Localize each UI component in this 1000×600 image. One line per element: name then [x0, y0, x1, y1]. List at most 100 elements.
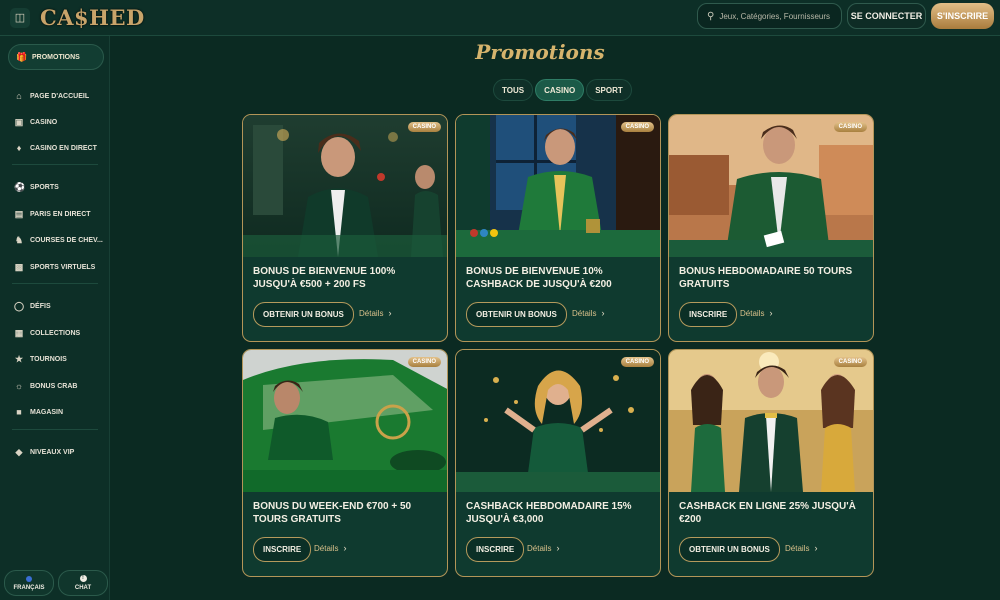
chevron-right-icon: › [556, 543, 560, 553]
details-link[interactable]: Détails › [572, 308, 604, 318]
promo-title: BONUS HEBDOMADAIRE 50 TOURS GRATUITS [679, 266, 853, 290]
details-link[interactable]: Détails › [527, 543, 559, 553]
sidebar-item-bonus-crab[interactable]: ☼ BONUS CRAB [14, 379, 78, 393]
sidebar-item-label: COURSES DE CHEV... [30, 236, 103, 244]
promo-card-weekly-spins[interactable]: CASINO BONUS HEBDOMADAIRE 50 TOURS GRATU… [668, 114, 874, 342]
details-link[interactable]: Détails › [785, 543, 817, 553]
details-label: Détails [785, 543, 810, 553]
get-bonus-button[interactable]: OBTENIR UN BONUS [679, 537, 780, 562]
details-link[interactable]: Détails › [314, 543, 346, 553]
live-casino-icon: ♦ [16, 143, 22, 153]
category-badge: CASINO [620, 357, 654, 367]
promo-image [669, 115, 873, 257]
details-label: Détails [572, 308, 597, 318]
search-input[interactable]: ⚲ Jeux, Catégories, Fournisseurs [697, 3, 842, 29]
challenges-icon: ◯ [14, 300, 25, 311]
details-label: Détails [740, 308, 765, 318]
globe-icon [26, 575, 32, 582]
category-badge: CASINO [833, 357, 867, 367]
sidebar-item-virtual-sports[interactable]: ▩ SPORTS VIRTUELS [14, 260, 96, 274]
language-label: FRANÇAIS [13, 584, 45, 591]
register-button[interactable]: INSCRIRE [679, 302, 738, 327]
sidebar-item-label: PAGE D'ACCUEIL [30, 92, 90, 100]
sidebar-divider [12, 429, 98, 430]
get-bonus-button[interactable]: OBTENIR UN BONUS [253, 302, 354, 327]
category-tabs: TOUS CASINO SPORT [493, 79, 632, 101]
sidebar-divider [12, 164, 98, 165]
promo-card-welcome-cashback[interactable]: CASINO BONUS DE BIENVENUE 10% CASHBACK D… [455, 114, 661, 342]
sidebar-item-horse-racing[interactable]: ♞ COURSES DE CHEV... [14, 233, 103, 247]
promo-image [243, 115, 447, 257]
crab-icon: ☼ [14, 381, 24, 391]
chevron-right-icon: › [388, 308, 392, 318]
sidebar-item-label: MAGASIN [30, 408, 64, 416]
promo-image [669, 350, 873, 492]
promo-image [456, 350, 660, 492]
tab-all[interactable]: TOUS [493, 79, 534, 101]
promo-card-welcome-100[interactable]: CASINO BONUS DE BIENVENUE 100% JUSQU'À €… [242, 114, 448, 342]
details-link[interactable]: Détails › [740, 308, 772, 318]
sidebar-item-label: SPORTS VIRTUELS [30, 263, 96, 271]
tab-sport[interactable]: SPORT [586, 79, 632, 101]
sports-icon: ⚽ [14, 181, 26, 192]
sidebar-item-label: BONUS CRAB [30, 382, 78, 390]
chat-button[interactable]: ! CHAT [58, 570, 108, 596]
sidebar-item-label: NIVEAUX VIP [30, 448, 75, 456]
register-button[interactable]: INSCRIRE [253, 537, 312, 562]
tab-casino[interactable]: CASINO [535, 79, 585, 101]
promo-title: BONUS DE BIENVENUE 100% JUSQU'À €500 + 2… [253, 266, 396, 290]
details-label: Détails [527, 543, 552, 553]
get-bonus-button[interactable]: OBTENIR UN BONUS [466, 302, 567, 327]
details-label: Détails [359, 308, 384, 318]
category-badge: CASINO [833, 122, 867, 132]
sidebar-item-label: DÉFIS [30, 302, 51, 310]
category-badge: CASINO [620, 122, 654, 132]
register-button[interactable]: INSCRIRE [466, 537, 525, 562]
sidebar-item-label: CASINO EN DIRECT [30, 144, 97, 152]
sidebar-item-live-casino[interactable]: ♦ CASINO EN DIRECT [14, 141, 97, 155]
sidebar-item-label: PARIS EN DIRECT [30, 210, 91, 218]
sidebar-divider [12, 283, 98, 284]
details-link[interactable]: Détails › [359, 308, 391, 318]
sidebar-item-label: CASINO [30, 118, 58, 126]
promo-card-online-cashback[interactable]: CASINO CASHBACK EN LIGNE 25% JUSQU'À €20… [668, 349, 874, 577]
login-button[interactable]: SE CONNECTER [847, 3, 926, 29]
sidebar-toggle-icon[interactable]: ◫ [10, 7, 30, 28]
language-button[interactable]: FRANÇAIS [4, 570, 54, 596]
sidebar-item-tournaments[interactable]: ★ TOURNOIS [14, 352, 67, 366]
sidebar-item-collections[interactable]: ▦ COLLECTIONS [14, 326, 80, 340]
trophy-icon: ★ [14, 353, 24, 364]
sidebar-item-challenges[interactable]: ◯ DÉFIS [14, 299, 51, 313]
details-label: Détails [314, 543, 339, 553]
casino-icon: ▣ [14, 116, 24, 127]
sidebar-item-vip-levels[interactable]: ◆ NIVEAUX VIP [14, 445, 75, 459]
chevron-right-icon: › [601, 308, 605, 318]
sidebar-item-label: SPORTS [30, 183, 59, 191]
sidebar-item-shop[interactable]: ■ MAGASIN [14, 405, 63, 419]
sidebar-item-sports[interactable]: ⚽ SPORTS [14, 180, 59, 194]
sidebar-item-home[interactable]: ⌂ PAGE D'ACCUEIL [14, 89, 89, 103]
chat-icon: ! [79, 575, 87, 582]
horse-icon: ♞ [14, 234, 24, 245]
promo-title: BONUS DU WEEK-END €700 + 50 TOURS GRATUI… [253, 501, 412, 525]
sidebar-item-label: PROMOTIONS [32, 53, 80, 61]
sidebar-item-live-bet[interactable]: ▤ PARIS EN DIRECT [14, 207, 91, 221]
home-icon: ⌂ [16, 91, 22, 101]
promo-image [456, 115, 660, 257]
collections-icon: ▦ [14, 327, 24, 338]
diamond-icon: ◆ [15, 446, 23, 457]
chat-label: CHAT [74, 585, 92, 591]
category-badge: CASINO [407, 122, 441, 132]
promo-card-weekly-cashback[interactable]: CASINO CASHBACK HEBDOMADAIRE 15% JUSQU'À… [455, 349, 661, 577]
promo-card-weekend-bonus[interactable]: CASINO BONUS DU WEEK-END €700 + 50 TOURS… [242, 349, 448, 577]
promo-title: CASHBACK EN LIGNE 25% JUSQU'À €200 [679, 501, 856, 525]
site-logo[interactable]: CA$HED [40, 5, 145, 30]
signup-button[interactable]: S'INSCRIRE [931, 3, 994, 29]
sidebar-item-promotions[interactable]: 🎁 PROMOTIONS [8, 44, 104, 70]
sidebar-item-casino[interactable]: ▣ CASINO [14, 115, 58, 129]
promo-title: BONUS DE BIENVENUE 10% CASHBACK DE JUSQU… [466, 266, 612, 290]
page-title: Promotions [475, 40, 605, 64]
chevron-right-icon: › [343, 543, 347, 553]
sidebar: 🎁 PROMOTIONS ⌂ PAGE D'ACCUEIL ▣ CASINO ♦… [0, 36, 110, 600]
chevron-right-icon: › [769, 308, 773, 318]
